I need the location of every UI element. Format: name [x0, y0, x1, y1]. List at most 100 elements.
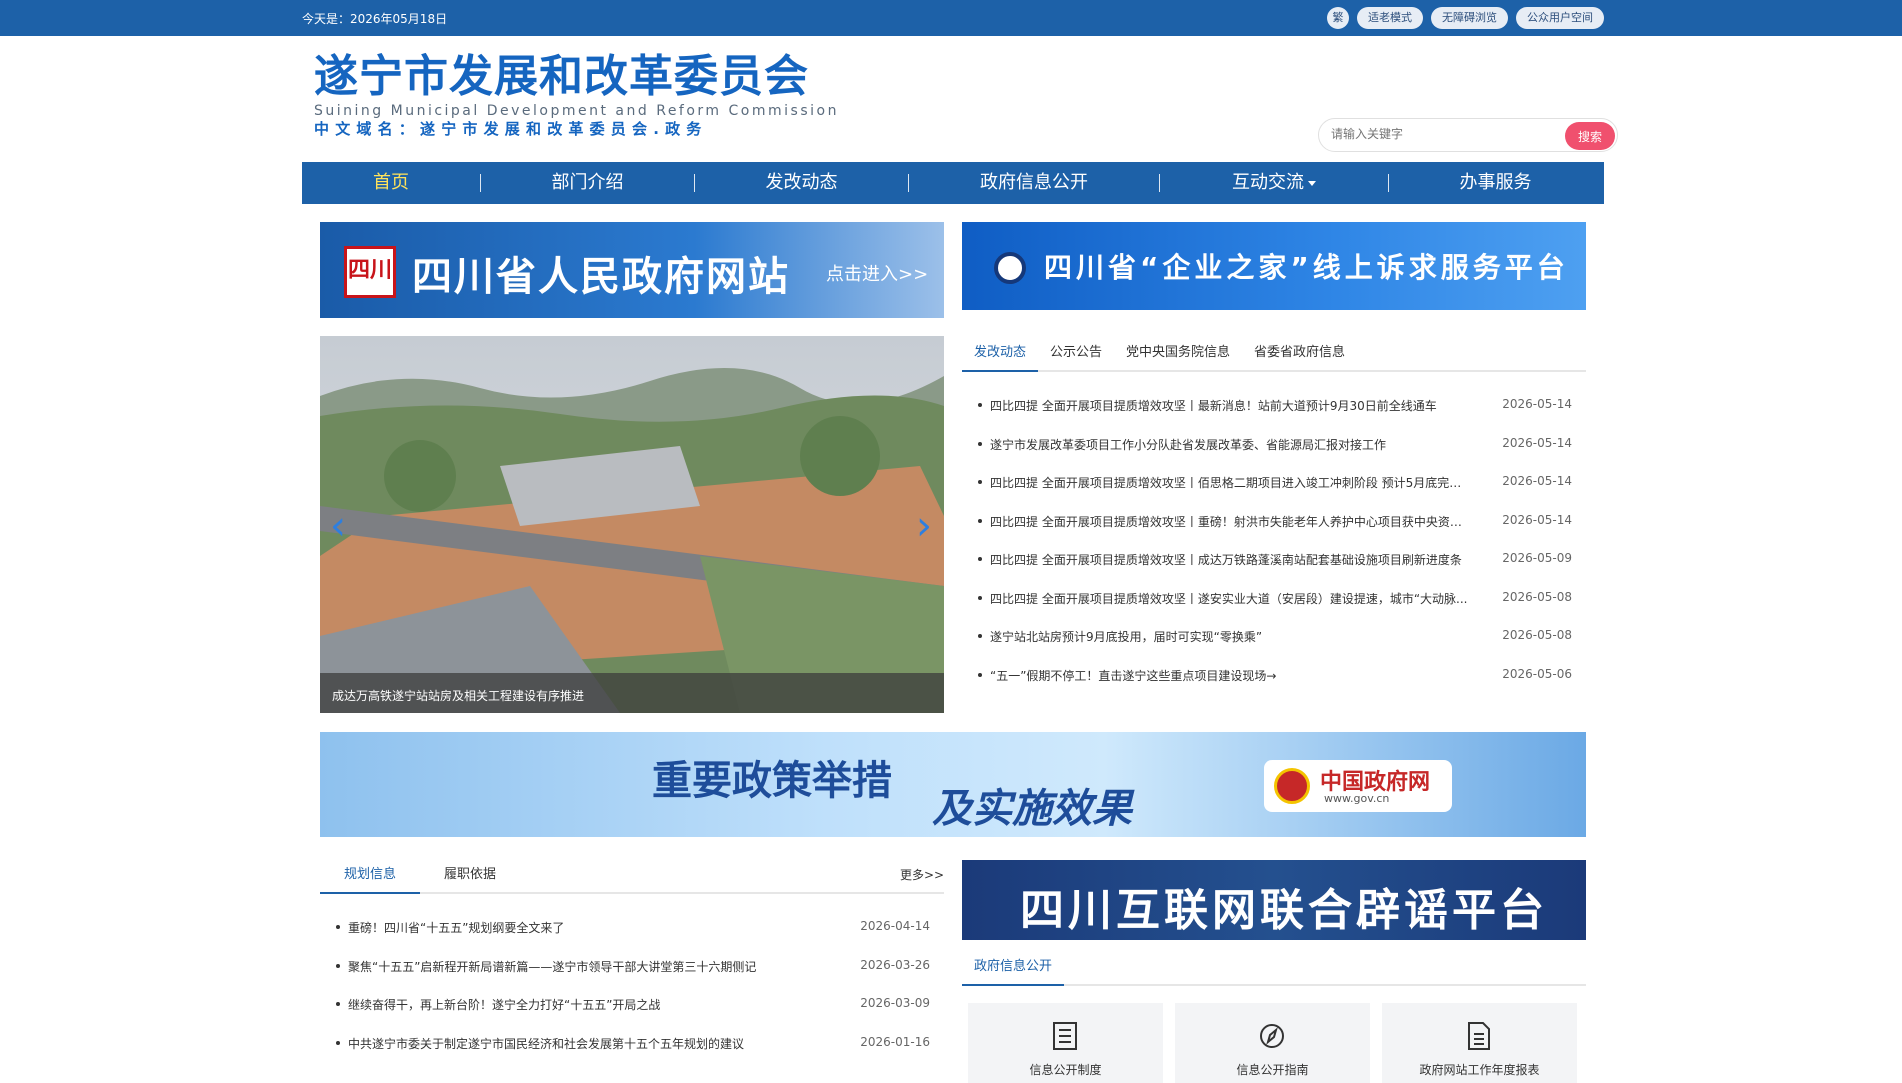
- news-title[interactable]: 四比四提 全面开展项目提质增效攻坚丨重磅！射洪市失能老年人养护中心项目获中央资金…: [990, 513, 1470, 530]
- image-slider[interactable]: ‹ › 成达万高铁遂宁站站房及相关工程建设有序推进: [320, 336, 944, 713]
- sichuan-gov-banner[interactable]: 四川 四川省人民政府网站 点击进入>>: [320, 222, 944, 318]
- card-label: 信息公开制度: [1029, 1063, 1102, 1077]
- news-date: 2026-05-14: [1502, 474, 1572, 488]
- card-disclosure-system[interactable]: 信息公开制度: [968, 1003, 1163, 1083]
- tab-duty-basis[interactable]: 履职依据: [420, 858, 520, 892]
- nav-item-interaction-label: 互动交流: [1232, 172, 1304, 193]
- sichuan-seal-icon: 四川: [344, 246, 396, 298]
- plan-list: 重磅！四川省“十五五”规划纲要全文来了 2026-04-14 聚焦“十五五”启新程…: [320, 908, 944, 1062]
- slider-photo: [320, 336, 944, 713]
- gov-cn-url: www.gov.cn: [1324, 792, 1390, 805]
- list-item[interactable]: 遂宁市发展改革委项目工作小分队赴省发展改革委、省能源局汇报对接工作 2026-05…: [962, 425, 1586, 464]
- news-date: 2026-05-06: [1502, 666, 1572, 681]
- plan-tabs: 规划信息 履职依据: [320, 858, 944, 894]
- plan-date: 2026-04-14: [860, 919, 930, 933]
- tab-gov-info-disclosure[interactable]: 政府信息公开: [962, 950, 1065, 986]
- news-title[interactable]: 四比四提 全面开展项目提质增效攻坚丨成达万铁路蓬溪南站配套基础设施项目刷新进度条: [990, 551, 1470, 568]
- news-date: 2026-05-14: [1502, 435, 1572, 450]
- news-date: 2026-05-08: [1502, 589, 1572, 604]
- document-icon: [1053, 1022, 1077, 1050]
- gov-cn-badge: 中国政府网 www.gov.cn: [1264, 760, 1452, 812]
- enterprise-home-banner-title: 四川省“企业之家”线上诉求服务平台: [1044, 251, 1569, 284]
- list-item[interactable]: 继续奋得干，再上新台阶！遂宁全力打好“十五五”开局之战 2026-03-09: [320, 985, 944, 1024]
- tab-announcements[interactable]: 公示公告: [1038, 336, 1114, 370]
- site-logo[interactable]: 遂宁市发展和改革委员会 Suining Municipal Developmen…: [314, 52, 839, 139]
- search-box: 搜索: [1318, 118, 1618, 152]
- bullet-icon: [978, 403, 982, 407]
- bullet-icon: [336, 1002, 340, 1006]
- list-item[interactable]: 四比四提 全面开展项目提质增效攻坚丨最新消息！站前大道预计9月30日前全线通车 2…: [962, 386, 1586, 425]
- site-header: 遂宁市发展和改革委员会 Suining Municipal Developmen…: [0, 36, 1902, 162]
- main-nav: 首页 部门介绍 发改动态 政府信息公开 互动交流 办事服务: [302, 162, 1604, 204]
- dropdown-caret-icon: [1308, 180, 1316, 186]
- accessibility-button[interactable]: 无障碍浏览: [1431, 7, 1508, 29]
- traditional-chinese-button[interactable]: 繁: [1327, 7, 1349, 29]
- tab-planning-info[interactable]: 规划信息: [320, 858, 421, 894]
- bullet-icon: [336, 925, 340, 929]
- current-date: 今天是：2026年05月18日: [302, 12, 448, 26]
- news-title[interactable]: 遂宁站北站房预计9月底投用，届时可实现“零换乘”: [990, 628, 1470, 645]
- more-link[interactable]: 更多>>: [900, 866, 944, 883]
- nav-item-department[interactable]: 部门介绍: [481, 162, 694, 204]
- rumor-refutation-banner[interactable]: 四川互联网联合辟谣平台: [962, 860, 1586, 940]
- list-item[interactable]: 四比四提 全面开展项目提质增效攻坚丨遂安实业大道（安居段）建设提速，城市“大动脉…: [962, 579, 1586, 618]
- elderly-mode-button[interactable]: 适老模式: [1357, 7, 1423, 29]
- list-item[interactable]: “五一”假期不停工！直击遂宁这些重点项目建设现场→ 2026-05-06: [962, 656, 1586, 695]
- list-item[interactable]: 重磅！四川省“十五五”规划纲要全文来了 2026-04-14: [320, 908, 944, 947]
- top-tools: 繁 适老模式 无障碍浏览 公众用户空间: [1327, 7, 1604, 29]
- rumor-banner-title: 四川互联网联合辟谣平台: [1020, 885, 1548, 936]
- list-item[interactable]: 四比四提 全面开展项目提质增效攻坚丨成达万铁路蓬溪南站配套基础设施项目刷新进度条…: [962, 540, 1586, 579]
- news-date: 2026-05-08: [1502, 628, 1572, 642]
- news-title[interactable]: 四比四提 全面开展项目提质增效攻坚丨遂安实业大道（安居段）建设提速，城市“大动脉…: [990, 590, 1470, 607]
- news-date: 2026-05-14: [1502, 512, 1572, 527]
- enterprise-emblem-icon: [994, 252, 1026, 284]
- search-input[interactable]: [1331, 127, 1541, 141]
- nav-item-interaction[interactable]: 互动交流: [1160, 162, 1388, 204]
- policy-banner-title-1: 重要政策举措: [652, 757, 892, 804]
- plan-date: 2026-01-16: [860, 1034, 930, 1049]
- news-title[interactable]: 四比四提 全面开展项目提质增效攻坚丨佰思格二期项目进入竣工冲刺阶段 预计5月底完…: [990, 474, 1470, 491]
- card-annual-report[interactable]: 政府网站工作年度报表: [1382, 1003, 1577, 1083]
- plan-title[interactable]: 重磅！四川省“十五五”规划纲要全文来了: [348, 919, 828, 936]
- enterprise-home-banner[interactable]: 四川省“企业之家”线上诉求服务平台: [962, 222, 1586, 310]
- list-item[interactable]: 遂宁站北站房预计9月底投用，届时可实现“零换乘” 2026-05-08: [962, 617, 1586, 656]
- slider-prev-icon[interactable]: ‹: [330, 506, 346, 546]
- tab-provincial-info[interactable]: 省委省政府信息: [1242, 336, 1357, 370]
- user-space-button[interactable]: 公众用户空间: [1516, 7, 1604, 29]
- policy-measures-banner[interactable]: 重要政策举措 及实施效果 中国政府网 www.gov.cn: [320, 732, 1586, 837]
- tab-central-info[interactable]: 党中央国务院信息: [1114, 336, 1242, 370]
- slider-caption[interactable]: 成达万高铁遂宁站站房及相关工程建设有序推进: [320, 673, 944, 713]
- slider-next-icon[interactable]: ›: [916, 506, 932, 546]
- plan-title[interactable]: 中共遂宁市委关于制定遂宁市国民经济和社会发展第十五个五年规划的建议: [348, 1035, 828, 1052]
- search-button[interactable]: 搜索: [1565, 122, 1615, 150]
- compass-icon: [1260, 1024, 1284, 1048]
- info-tabs: 政府信息公开: [962, 950, 1586, 986]
- nav-item-info-disclosure[interactable]: 政府信息公开: [909, 162, 1159, 204]
- list-item[interactable]: 聚焦“十五五”启新程开新局谱新篇——遂宁市领导干部大讲堂第三十六期侧记 2026-…: [320, 947, 944, 986]
- news-title[interactable]: 遂宁市发展改革委项目工作小分队赴省发展改革委、省能源局汇报对接工作: [990, 436, 1470, 453]
- plan-title[interactable]: 继续奋得干，再上新台阶！遂宁全力打好“十五五”开局之战: [348, 996, 828, 1013]
- nav-item-services[interactable]: 办事服务: [1389, 162, 1602, 204]
- news-tabs: 发改动态 公示公告 党中央国务院信息 省委省政府信息: [962, 336, 1586, 372]
- list-item[interactable]: 四比四提 全面开展项目提质增效攻坚丨佰思格二期项目进入竣工冲刺阶段 预计5月底完…: [962, 463, 1586, 502]
- card-label: 政府网站工作年度报表: [1419, 1063, 1540, 1077]
- bullet-icon: [978, 441, 982, 446]
- bullet-icon: [336, 963, 340, 968]
- bullet-icon: [978, 518, 982, 523]
- bullet-icon: [978, 480, 982, 484]
- nav-item-news[interactable]: 发改动态: [695, 162, 908, 204]
- tab-news[interactable]: 发改动态: [962, 336, 1039, 372]
- bullet-icon: [978, 672, 982, 677]
- news-list: 四比四提 全面开展项目提质增效攻坚丨最新消息！站前大道预计9月30日前全线通车 2…: [962, 386, 1586, 694]
- list-item[interactable]: 中共遂宁市委关于制定遂宁市国民经济和社会发展第十五个五年规划的建议 2026-01…: [320, 1024, 944, 1063]
- news-title[interactable]: “五一”假期不停工！直击遂宁这些重点项目建设现场→: [990, 667, 1470, 684]
- nav-item-home[interactable]: 首页: [302, 162, 480, 204]
- plan-date: 2026-03-26: [860, 957, 930, 972]
- news-title[interactable]: 四比四提 全面开展项目提质增效攻坚丨最新消息！站前大道预计9月30日前全线通车: [990, 397, 1470, 414]
- bullet-icon: [978, 557, 982, 561]
- plan-title[interactable]: 聚焦“十五五”启新程开新局谱新篇——遂宁市领导干部大讲堂第三十六期侧记: [348, 958, 828, 975]
- logo-english-name: Suining Municipal Development and Reform…: [314, 103, 839, 119]
- card-disclosure-guide[interactable]: 信息公开指南: [1175, 1003, 1370, 1083]
- list-item[interactable]: 四比四提 全面开展项目提质增效攻坚丨重磅！射洪市失能老年人养护中心项目获中央资金…: [962, 502, 1586, 541]
- report-icon: [1468, 1022, 1490, 1050]
